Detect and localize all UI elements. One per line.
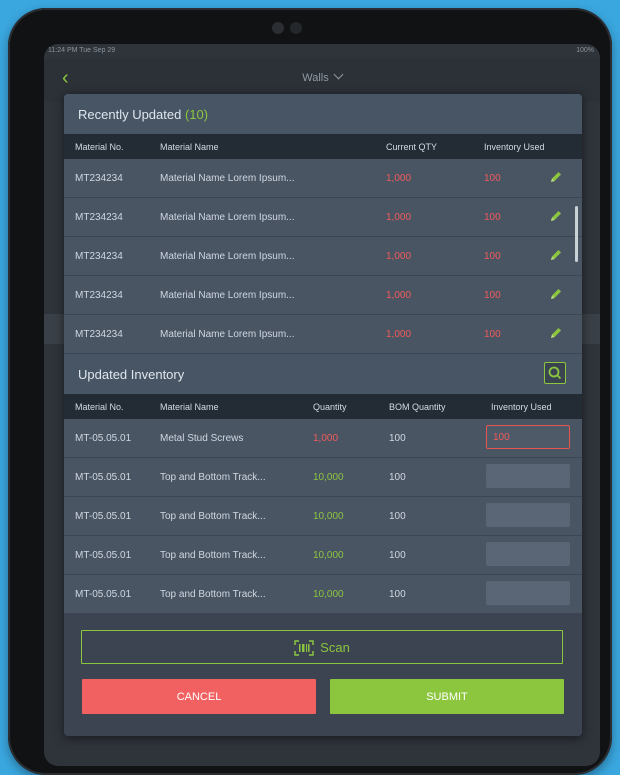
current-qty: 1,000 xyxy=(386,173,412,184)
pencil-icon[interactable] xyxy=(548,169,564,185)
search-icon xyxy=(548,366,562,380)
inventory-used: 100 xyxy=(484,212,501,223)
updated-row: MT-05.05.01 Metal Stud Screws 1,000 100 xyxy=(64,419,582,458)
recent-section-header: Recently Updated (10) xyxy=(64,94,582,134)
material-no: MT-05.05.01 xyxy=(75,589,132,600)
material-no: MT234234 xyxy=(75,173,123,184)
material-name: Top and Bottom Track... xyxy=(160,472,266,483)
col-material-name: Material Name xyxy=(160,402,219,412)
submit-button[interactable]: SUBMIT xyxy=(330,679,564,714)
inventory-used: 100 xyxy=(484,329,501,340)
inventory-modal: Recently Updated (10) Material No. Mater… xyxy=(64,94,582,736)
material-name: Material Name Lorem Ipsum... xyxy=(160,212,295,223)
bom-quantity: 100 xyxy=(389,472,406,483)
recent-row[interactable]: MT234234 Material Name Lorem Ipsum... 1,… xyxy=(64,276,582,315)
col-material-no: Material No. xyxy=(75,142,124,152)
quantity: 10,000 xyxy=(313,511,344,522)
recent-row[interactable]: MT234234 Material Name Lorem Ipsum... 1,… xyxy=(64,315,582,354)
inventory-used: 100 xyxy=(484,173,501,184)
app-screen: 11:24 PM Tue Sep 29 100% ‹ Walls Recentl… xyxy=(44,44,600,766)
barcode-scan-icon xyxy=(294,639,314,656)
material-name: Material Name Lorem Ipsum... xyxy=(160,173,295,184)
material-no: MT234234 xyxy=(75,212,123,223)
current-qty: 1,000 xyxy=(386,251,412,262)
pencil-icon[interactable] xyxy=(548,286,564,302)
current-qty: 1,000 xyxy=(386,212,412,223)
bom-quantity: 100 xyxy=(389,433,406,444)
scrollbar[interactable] xyxy=(575,206,578,262)
quantity: 10,000 xyxy=(313,472,344,483)
col-bom-quantity: BOM Quantity xyxy=(389,402,446,412)
nav-title: Walls xyxy=(302,72,329,84)
updated-row: MT-05.05.01 Top and Bottom Track... 10,0… xyxy=(64,458,582,497)
material-no: MT-05.05.01 xyxy=(75,433,132,444)
recent-count: (10) xyxy=(184,107,209,122)
col-current-qty: Current QTY xyxy=(386,142,438,152)
pencil-icon[interactable] xyxy=(548,208,564,224)
inventory-used-input[interactable] xyxy=(486,542,570,566)
material-name: Material Name Lorem Ipsum... xyxy=(160,251,295,262)
material-no: MT-05.05.01 xyxy=(75,550,132,561)
material-name: Top and Bottom Track... xyxy=(160,589,266,600)
chevron-down-icon xyxy=(333,69,344,80)
scan-label: Scan xyxy=(320,640,350,655)
updated-row: MT-05.05.01 Top and Bottom Track... 10,0… xyxy=(64,497,582,536)
tablet-frame: 11:24 PM Tue Sep 29 100% ‹ Walls Recentl… xyxy=(8,8,612,775)
material-name: Top and Bottom Track... xyxy=(160,550,266,561)
recent-table-header: Material No. Material Name Current QTY I… xyxy=(64,134,582,159)
status-bar: 11:24 PM Tue Sep 29 100% xyxy=(44,44,600,58)
col-material-no: Material No. xyxy=(75,402,124,412)
inventory-used-input[interactable] xyxy=(486,581,570,605)
inventory-used-input[interactable] xyxy=(486,503,570,527)
search-button[interactable] xyxy=(544,362,566,384)
recent-row[interactable]: MT234234 Material Name Lorem Ipsum... 1,… xyxy=(64,159,582,198)
recent-row[interactable]: MT234234 Material Name Lorem Ipsum... 1,… xyxy=(64,237,582,276)
material-no: MT234234 xyxy=(75,251,123,262)
camera-dot xyxy=(290,22,302,34)
quantity: 10,000 xyxy=(313,589,344,600)
col-quantity: Quantity xyxy=(313,402,347,412)
status-time: 11:24 PM Tue Sep 29 xyxy=(48,47,116,54)
bom-quantity: 100 xyxy=(389,511,406,522)
inventory-used: 100 xyxy=(484,290,501,301)
material-name: Material Name Lorem Ipsum... xyxy=(160,329,295,340)
inventory-used-input[interactable] xyxy=(486,464,570,488)
bom-quantity: 100 xyxy=(389,589,406,600)
material-no: MT234234 xyxy=(75,329,123,340)
updated-row: MT-05.05.01 Top and Bottom Track... 10,0… xyxy=(64,536,582,575)
recent-section-title: Recently Updated (10) xyxy=(78,107,209,122)
recent-row[interactable]: MT234234 Material Name Lorem Ipsum... 1,… xyxy=(64,198,582,237)
current-qty: 1,000 xyxy=(386,290,412,301)
col-inventory-used: Inventory Used xyxy=(484,142,545,152)
material-no: MT-05.05.01 xyxy=(75,511,132,522)
status-battery: 100% xyxy=(576,47,594,54)
inventory-used: 100 xyxy=(484,251,501,262)
pencil-icon[interactable] xyxy=(548,247,564,263)
updated-table-header: Material No. Material Name Quantity BOM … xyxy=(64,394,582,419)
quantity: 1,000 xyxy=(313,433,339,444)
updated-row: MT-05.05.01 Top and Bottom Track... 10,0… xyxy=(64,575,582,614)
cancel-button[interactable]: CANCEL xyxy=(82,679,316,714)
scan-button[interactable]: Scan xyxy=(81,630,563,664)
material-no: MT234234 xyxy=(75,290,123,301)
pencil-icon[interactable] xyxy=(548,325,564,341)
nav-title-dropdown[interactable]: Walls xyxy=(44,69,600,84)
inventory-used-input[interactable] xyxy=(486,425,570,449)
current-qty: 1,000 xyxy=(386,329,412,340)
quantity: 10,000 xyxy=(313,550,344,561)
material-name: Material Name Lorem Ipsum... xyxy=(160,290,295,301)
updated-section-title: Updated Inventory xyxy=(78,367,185,382)
camera-dot xyxy=(272,22,284,34)
material-no: MT-05.05.01 xyxy=(75,472,132,483)
material-name: Metal Stud Screws xyxy=(160,433,244,444)
bom-quantity: 100 xyxy=(389,550,406,561)
updated-section-header: Updated Inventory xyxy=(64,354,582,394)
col-inventory-used: Inventory Used xyxy=(491,402,552,412)
col-material-name: Material Name xyxy=(160,142,219,152)
material-name: Top and Bottom Track... xyxy=(160,511,266,522)
